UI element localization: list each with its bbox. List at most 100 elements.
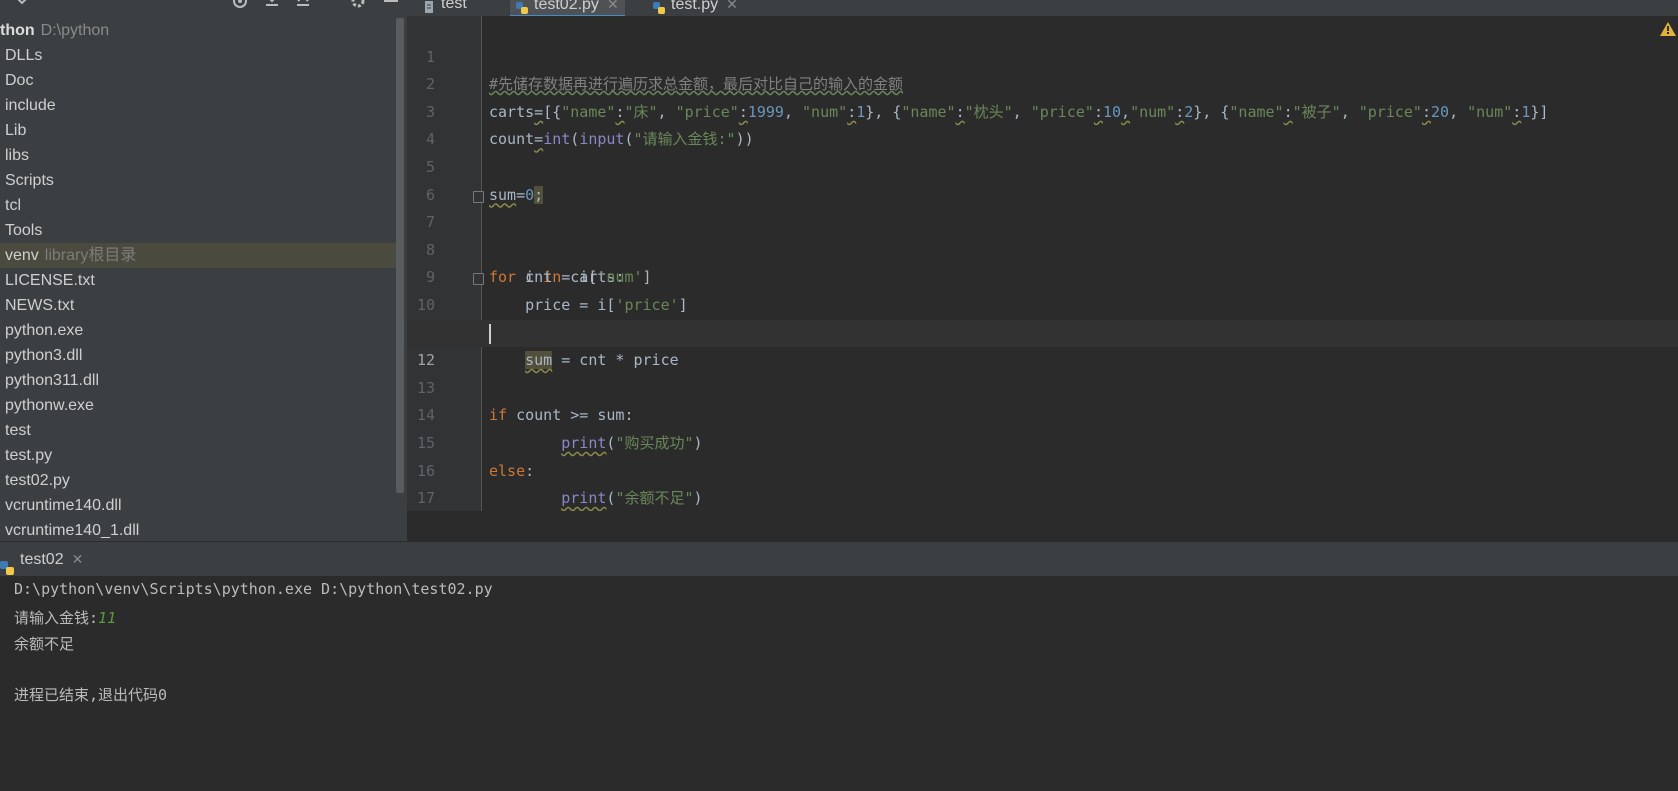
tree-item[interactable]: Scripts — [0, 168, 396, 193]
tree-item[interactable]: libs — [0, 143, 396, 168]
tab-label: test02.py — [534, 0, 599, 13]
run-tab[interactable]: test02 ✕ — [0, 542, 83, 577]
project-scrollbar[interactable] — [396, 18, 404, 493]
hide-icon[interactable] — [381, 0, 401, 8]
tree-item[interactable]: DLLs — [0, 43, 396, 68]
python-file-icon — [516, 0, 528, 14]
console-prompt: 请输入金钱: — [14, 609, 99, 627]
chevron-down-icon[interactable] — [12, 0, 32, 8]
code-line[interactable]: 2 carts=[{"name":"床", "price":1999, "num… — [407, 44, 1678, 121]
tree-item[interactable]: python311.dll — [0, 368, 396, 393]
tree-item-label: python311.dll — [5, 372, 99, 389]
tree-item[interactable]: test.py — [0, 443, 396, 468]
tree-item[interactable]: Doc — [0, 68, 396, 93]
collapse-all-icon[interactable] — [293, 0, 313, 8]
tree-item-label: Lib — [5, 122, 27, 139]
code-line[interactable]: 6 — [407, 154, 1678, 204]
code-editor[interactable]: 1 #先储存数据再进行遍历求总金额，最后对比自己的输入的金额 2 carts=[… — [407, 16, 1678, 511]
tree-item[interactable]: test02.py — [0, 468, 396, 493]
tree-item[interactable]: venv library根目录 — [0, 243, 396, 268]
run-panel-header: test02 ✕ — [0, 541, 1678, 577]
tree-item-label: vcruntime140_1.dll — [5, 522, 140, 539]
run-console[interactable]: D:\python\venv\Scripts\python.exe D:\pyt… — [0, 576, 1678, 791]
text-file-icon — [423, 0, 435, 13]
tree-item-label: python.exe — [5, 322, 84, 339]
code-line[interactable]: 4 — [407, 99, 1678, 148]
tab-test02-py[interactable]: test02.py ✕ — [510, 0, 625, 16]
project-panel: thon D:\python DLLs Doc include Lib libs Scrip… — [0, 0, 407, 541]
tab-label: test.py — [671, 0, 719, 13]
code-line-current[interactable]: 12 — [407, 319, 1678, 369]
tree-item[interactable]: test — [0, 418, 396, 443]
expand-all-icon[interactable] — [262, 0, 282, 8]
code-line[interactable]: 3 count=int(input("请输入金钱:")) — [407, 71, 1678, 149]
code-line[interactable]: 8 cnt = i['num'] — [407, 209, 1678, 287]
code-line[interactable]: 9 price = i['price'] — [407, 237, 1678, 314]
tree-item[interactable]: vcruntime140.dll — [0, 493, 396, 518]
tree-item-label: venv — [5, 247, 39, 264]
code-line[interactable]: 1 #先储存数据再进行遍历求总金额，最后对比自己的输入的金额 — [407, 16, 1678, 94]
tree-item-hint: library根目录 — [44, 247, 137, 264]
tree-item-label: Doc — [5, 72, 34, 89]
tree-item-label: test — [5, 422, 31, 439]
project-root-path: D:\python — [40, 22, 110, 39]
fold-icon[interactable] — [473, 190, 484, 203]
tree-item-label: libs — [5, 147, 30, 164]
tree-item[interactable]: Tools — [0, 218, 396, 243]
code-line[interactable]: 10 sum = cnt * price — [407, 264, 1678, 370]
code-line[interactable]: 15 else: — [407, 402, 1678, 480]
tree-item-label: NEWS.txt — [5, 297, 75, 314]
project-root[interactable]: thon D:\python — [0, 19, 109, 43]
tree-item-label: tcl — [5, 197, 21, 214]
console-input-value: 11 — [98, 609, 117, 627]
tree-item[interactable]: tcl — [0, 193, 396, 218]
tree-item-label: Tools — [5, 222, 43, 239]
tree-item-label: LICENSE.txt — [5, 272, 95, 289]
code-line[interactable]: 5 sum=0; — [407, 126, 1678, 204]
settings-icon[interactable] — [348, 0, 368, 8]
tree-item-label: python3.dll — [5, 347, 83, 364]
tree-item[interactable]: Lib — [0, 118, 396, 143]
tree-item[interactable]: pythonw.exe — [0, 393, 396, 418]
warning-icon[interactable] — [1660, 22, 1678, 38]
tab-test-py[interactable]: test.py ✕ — [647, 0, 744, 15]
python-icon — [0, 553, 14, 575]
tree-item-label: Scripts — [5, 172, 54, 189]
console-exit-message: 进程已结束,退出代码0 — [14, 686, 168, 704]
project-root-name: thon — [0, 22, 35, 39]
project-toolbar — [0, 0, 407, 18]
run-tab-label: test02 — [20, 551, 64, 568]
close-icon[interactable]: ✕ — [726, 0, 738, 12]
tab-test[interactable]: test — [417, 0, 473, 15]
tree-item-label: include — [5, 97, 56, 114]
code-line[interactable]: 7 for i in carts: — [407, 182, 1678, 286]
tree-item-label: pythonw.exe — [5, 397, 94, 414]
tree-item[interactable]: python.exe — [0, 318, 396, 343]
fold-icon[interactable] — [473, 273, 484, 286]
project-tree: DLLs Doc include Lib libs Scripts tcl Tools venv… — [0, 43, 396, 541]
tree-item[interactable]: LICENSE.txt — [0, 268, 396, 293]
code-line[interactable]: 16 print("余额不足") — [407, 430, 1678, 508]
code-line[interactable]: 11 — [407, 292, 1678, 342]
tree-item-label: vcruntime140.dll — [5, 497, 122, 514]
code-line[interactable]: 17 — [407, 458, 1678, 507]
tree-item[interactable]: python3.dll — [0, 343, 396, 368]
editor-tabs: test test02.py ✕ test.py ✕ — [407, 0, 1678, 16]
console-prompt-line: 请输入金钱:11 — [14, 607, 116, 628]
tab-label: test — [441, 0, 467, 12]
tree-item-label: test.py — [5, 447, 53, 464]
close-icon[interactable]: ✕ — [72, 551, 84, 567]
lightbulb-icon[interactable] — [495, 298, 581, 342]
code-line[interactable]: 13 if count >= sum: — [407, 347, 1678, 425]
tree-item[interactable]: include — [0, 93, 396, 118]
tree-item-label: test02.py — [5, 472, 70, 489]
console-output: 余额不足 — [14, 635, 75, 653]
tree-item[interactable]: NEWS.txt — [0, 293, 396, 318]
tree-item[interactable]: vcruntime140_1.dll — [0, 518, 396, 541]
text-caret — [489, 323, 491, 344]
close-icon[interactable]: ✕ — [607, 0, 619, 12]
locate-icon[interactable] — [230, 0, 250, 8]
code-line[interactable]: 14 print("购买成功") — [407, 375, 1678, 452]
code-line[interactable]: 18 — [407, 485, 1678, 511]
python-file-icon — [653, 0, 665, 14]
